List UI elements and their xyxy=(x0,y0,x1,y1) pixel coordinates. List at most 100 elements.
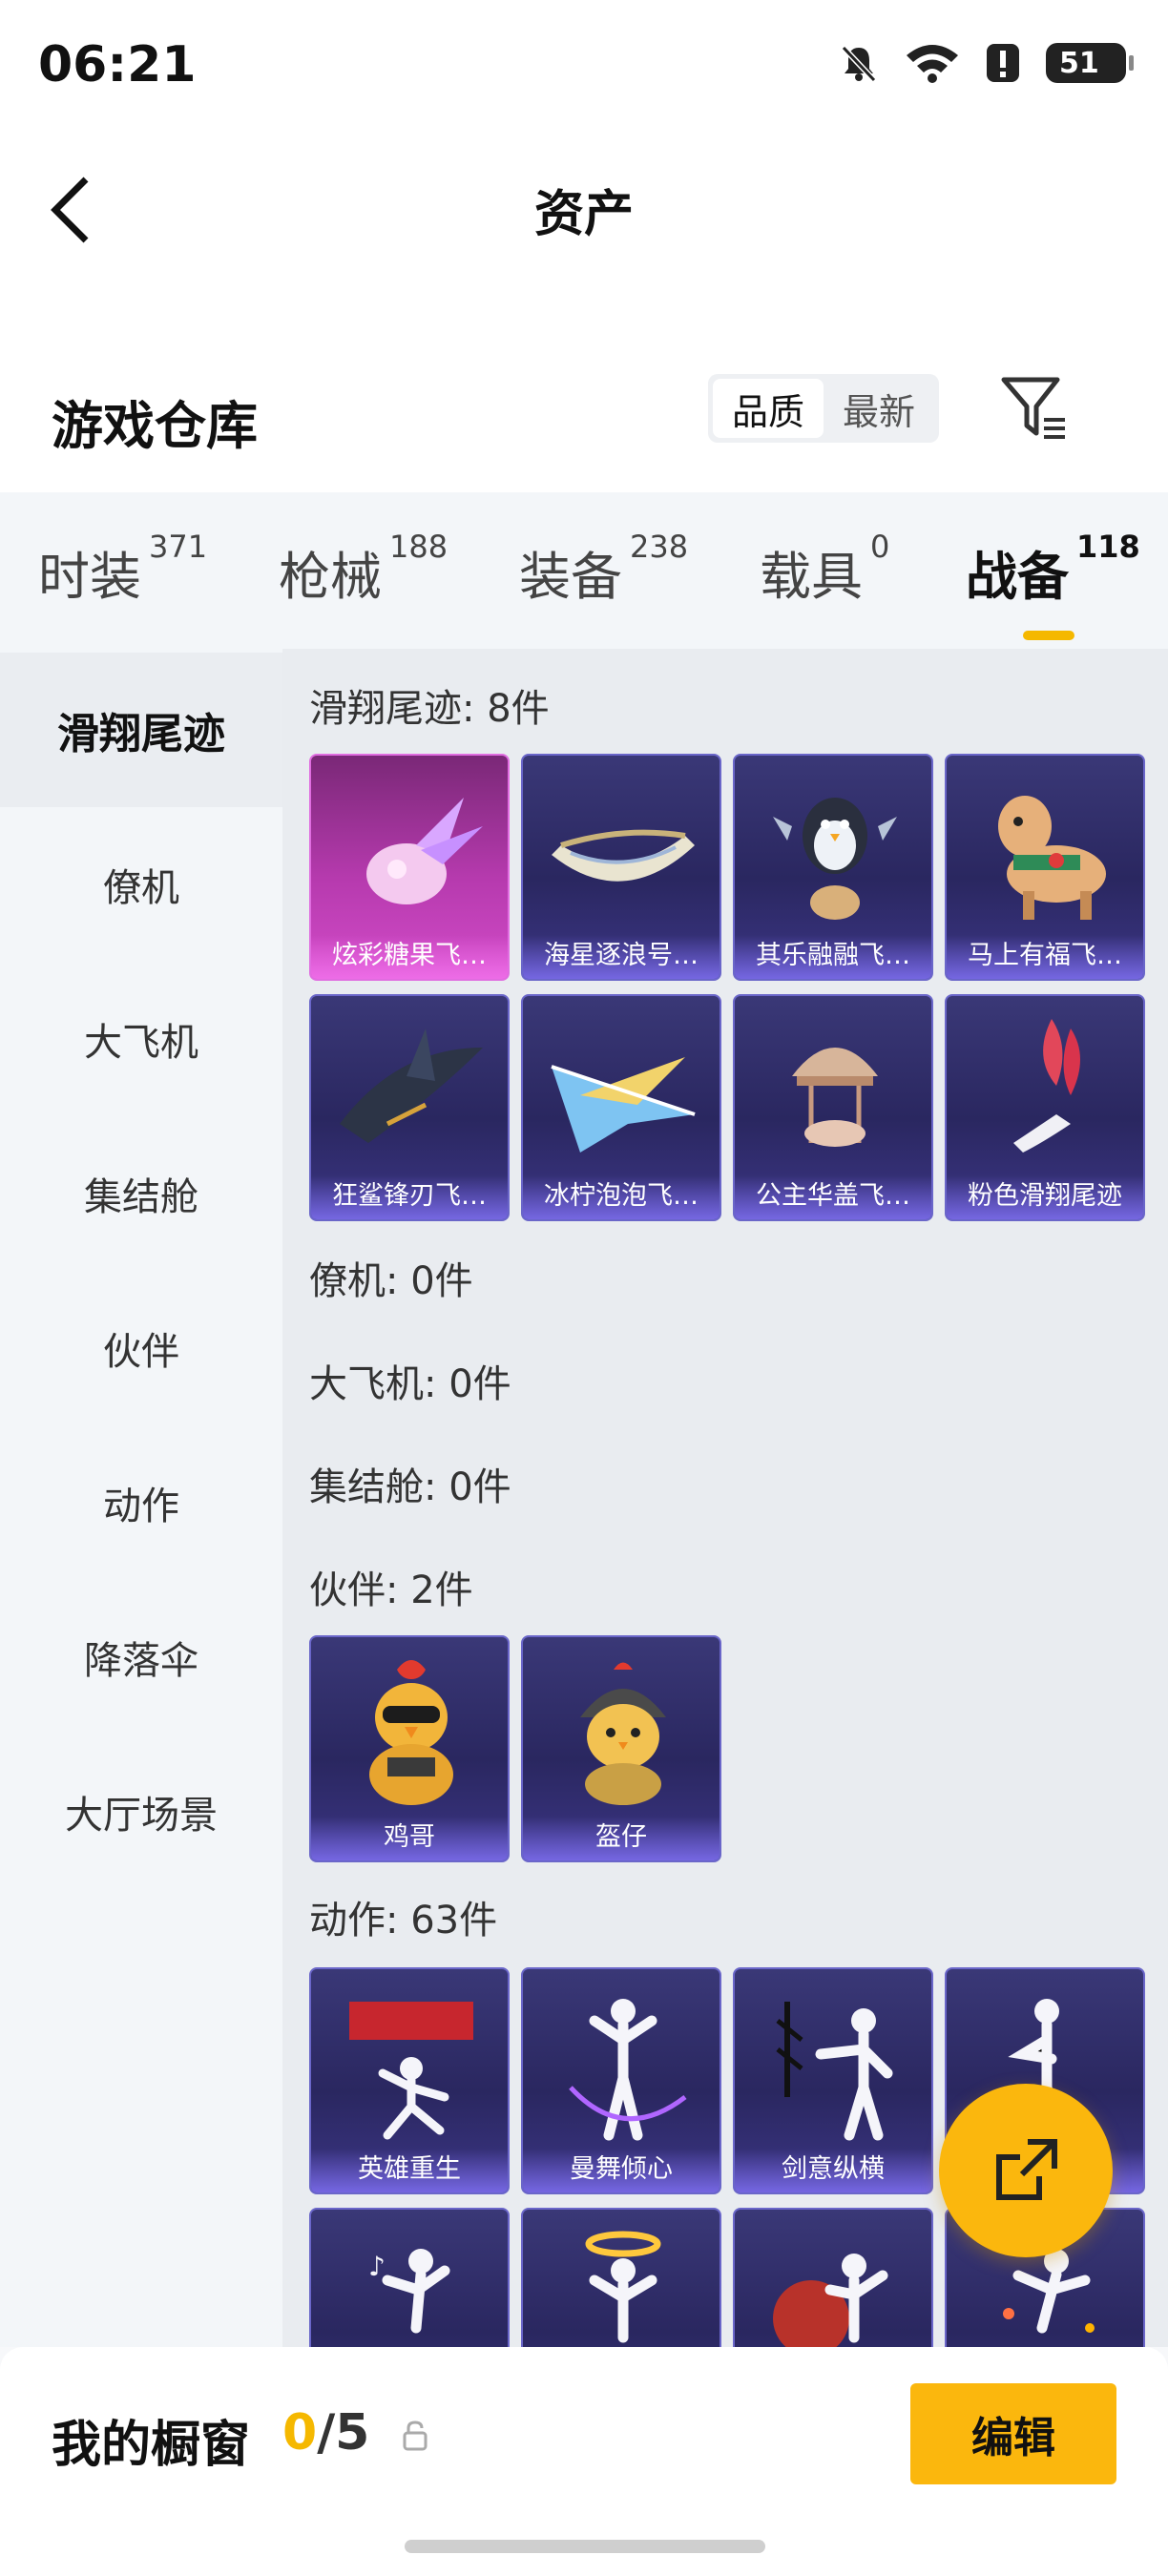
section-title-plane: 大飞机: 0件 xyxy=(309,1362,511,1406)
item-name: 冰柠泡泡飞… xyxy=(523,1175,720,1219)
item-name: 英雄重生 xyxy=(311,2149,508,2192)
item-card[interactable]: 马上有福飞… xyxy=(945,754,1145,981)
item-name: 海星逐浪号… xyxy=(523,935,720,979)
lemon-glider-art xyxy=(551,1057,696,1153)
showcase-bar: 我的橱窗 0/5 编辑 xyxy=(0,2347,1168,2576)
filter-icon[interactable] xyxy=(998,372,1071,445)
tab-fashion[interactable]: 时装 371 xyxy=(38,529,207,610)
sidebar-item-partner[interactable]: 伙伴 xyxy=(0,1271,282,1425)
item-name: 鸡哥 xyxy=(311,1817,508,1860)
sort-quality-button[interactable]: 品质 xyxy=(713,379,824,438)
item-card[interactable]: 剑意纵横 xyxy=(733,1967,933,2194)
warehouse-title: 游戏仓库 xyxy=(52,396,258,456)
page-title: 资产 xyxy=(533,186,634,243)
item-card[interactable]: ♪ xyxy=(309,2208,510,2347)
candy-glider-art xyxy=(366,798,483,904)
tab-count: 238 xyxy=(630,529,689,565)
item-name: 盔仔 xyxy=(523,1817,720,1860)
sidebar-item-wingman[interactable]: 僚机 xyxy=(0,807,282,962)
hero-emote-art xyxy=(349,2002,473,2140)
tab-count: 118 xyxy=(1076,529,1140,565)
app-header: 资产 xyxy=(0,134,1168,277)
tab-equipment[interactable]: 装备 238 xyxy=(519,529,688,610)
item-card[interactable]: 盔仔 xyxy=(521,1635,721,1862)
warehouse-bar: 游戏仓库 品质 最新 xyxy=(0,277,1168,492)
item-card[interactable]: 曼舞倾心 xyxy=(521,1967,721,2194)
showcase-current: 0 xyxy=(282,2404,318,2462)
section-title-emote: 动作: 63件 xyxy=(309,1899,498,1942)
svg-text:♪: ♪ xyxy=(368,2251,386,2282)
horse-glider-art xyxy=(998,796,1106,920)
tab-label: 战备 xyxy=(966,547,1069,607)
sidebar-item-lobby-scene[interactable]: 大厅场景 xyxy=(0,1735,282,1889)
sort-newest-button[interactable]: 最新 xyxy=(824,379,934,438)
sidebar-item-pod[interactable]: 集结舱 xyxy=(0,1116,282,1271)
sidebar: 滑翔尾迹 僚机 大飞机 集结舱 伙伴 动作 降落伞 大厅场景 xyxy=(0,649,282,2347)
item-card[interactable]: 鸡哥 xyxy=(309,1635,510,1862)
showcase-total: /5 xyxy=(317,2404,370,2462)
penguin-glider-art xyxy=(773,798,897,920)
item-name: 公主华盖飞… xyxy=(735,1175,931,1219)
helmet-partner-art xyxy=(580,1662,666,1805)
fire-emote-art xyxy=(773,2254,888,2347)
sidebar-item-big-plane[interactable]: 大飞机 xyxy=(0,962,282,1116)
alert-icon xyxy=(987,44,1019,82)
dance-emote-art xyxy=(569,1999,687,2141)
pink-trail-art xyxy=(1013,1019,1080,1153)
item-card[interactable]: 海星逐浪号… xyxy=(521,754,721,981)
battery-indicator: 51 xyxy=(1046,43,1134,83)
edit-button[interactable]: 编辑 xyxy=(910,2383,1116,2484)
item-name: 曼舞倾心 xyxy=(523,2149,720,2192)
item-card[interactable]: 狂鲨锋刃飞… xyxy=(309,994,510,1221)
showcase-count: 0/5 xyxy=(282,2404,369,2462)
section-title-partner: 伙伴: 2件 xyxy=(309,1568,473,1612)
sidebar-item-glide-trail[interactable]: 滑翔尾迹 xyxy=(0,653,282,807)
item-card[interactable]: 冰柠泡泡飞… xyxy=(521,994,721,1221)
tab-vehicles[interactable]: 载具 0 xyxy=(760,529,889,610)
tab-firearms[interactable]: 枪械 188 xyxy=(279,529,448,610)
home-indicator xyxy=(405,2540,765,2553)
item-name: 狂鲨锋刃飞… xyxy=(311,1175,508,1219)
tab-count: 0 xyxy=(870,529,890,565)
section-title-glide: 滑翔尾迹: 8件 xyxy=(309,687,550,731)
item-card[interactable]: 英雄重生 xyxy=(309,1967,510,2194)
item-card[interactable]: 炫彩糖果飞… xyxy=(309,754,510,981)
tab-label: 枪械 xyxy=(279,547,382,607)
sort-toggle: 品质 最新 xyxy=(708,374,939,443)
item-card[interactable]: 公主华盖飞… xyxy=(733,994,933,1221)
item-name: 粉色滑翔尾迹 xyxy=(947,1175,1143,1219)
status-time: 06:21 xyxy=(38,36,197,93)
category-tabs: 时装 371 枪械 188 装备 238 载具 0 战备 118 xyxy=(0,492,1168,649)
sidebar-item-emote[interactable]: 动作 xyxy=(0,1425,282,1580)
status-icons: 51 xyxy=(838,42,1134,84)
boat-glider-art xyxy=(552,829,695,882)
lock-icon xyxy=(403,2420,428,2451)
item-name: 马上有福飞… xyxy=(947,935,1143,979)
tab-label: 载具 xyxy=(760,547,863,607)
status-bar: 06:21 51 xyxy=(0,0,1168,134)
halo-emote-art xyxy=(585,2231,661,2343)
item-name: 其乐融融飞… xyxy=(735,935,931,979)
section-title-pod: 集结舱: 0件 xyxy=(309,1465,511,1509)
item-name: 剑意纵横 xyxy=(735,2149,931,2192)
music-emote-art: ♪ xyxy=(368,2249,450,2334)
tab-label: 装备 xyxy=(519,547,622,607)
item-card[interactable]: 粉色滑翔尾迹 xyxy=(945,994,1145,1221)
mute-bell-icon xyxy=(841,45,877,83)
sidebar-item-parachute[interactable]: 降落伞 xyxy=(0,1580,282,1735)
share-fab[interactable] xyxy=(939,2084,1113,2257)
showcase-label: 我的橱窗 xyxy=(52,2417,251,2474)
shark-glider-art xyxy=(340,1028,483,1143)
item-card[interactable] xyxy=(521,2208,721,2347)
tab-battle-gear[interactable]: 战备 118 xyxy=(966,529,1140,640)
item-card[interactable]: 其乐融融飞… xyxy=(733,754,933,981)
canopy-glider-art xyxy=(792,1048,878,1147)
sword-emote-art xyxy=(776,2002,893,2141)
chicken-partner-art xyxy=(369,1660,453,1805)
wifi-icon xyxy=(907,45,958,83)
tab-count: 371 xyxy=(149,529,208,565)
active-tab-indicator xyxy=(1023,631,1074,640)
item-name: 炫彩糖果飞… xyxy=(311,935,508,979)
section-title-wingman: 僚机: 0件 xyxy=(309,1259,473,1303)
item-card[interactable] xyxy=(733,2208,933,2347)
